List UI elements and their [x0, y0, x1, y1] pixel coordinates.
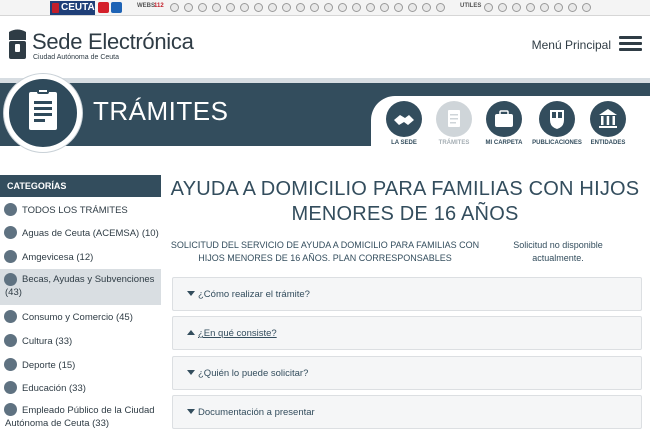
portal-icon[interactable] [408, 3, 417, 12]
portal-icon[interactable] [240, 3, 249, 12]
crest-icon [52, 3, 59, 13]
portal-icon[interactable] [324, 3, 333, 12]
portal-icon[interactable] [338, 3, 347, 12]
nav-mi-carpeta[interactable]: MI CARPETA [474, 101, 534, 146]
ceuta-portal-link[interactable]: CEUTA [50, 1, 95, 15]
accordion-quien-solicitar[interactable]: ¿Quién lo puede solicitar? [172, 356, 642, 390]
chevron-up-icon [187, 330, 195, 335]
site-subtitle: Ciudad Autónoma de Ceuta [33, 54, 120, 61]
sidebar-item-todos[interactable]: TODOS LOS TRÁMITES [0, 201, 161, 219]
sidebar-item-amgevicesa[interactable]: Amgevicesa (12) [0, 248, 161, 266]
tv-icon[interactable] [98, 2, 109, 13]
handshake-icon [386, 101, 422, 137]
s-icon[interactable] [111, 2, 122, 13]
crest-icon [539, 101, 575, 137]
portal-icon[interactable] [170, 3, 179, 12]
portal-icon[interactable] [422, 3, 431, 12]
emergency-badge[interactable]: 112 [154, 3, 164, 9]
sport-icon [4, 358, 17, 371]
section-title: TRÁMITES [93, 96, 229, 126]
portal-icon[interactable] [484, 3, 493, 12]
portal-icon[interactable] [212, 3, 221, 12]
portal-icon[interactable] [554, 3, 563, 12]
hamburger-menu-icon[interactable] [619, 36, 642, 52]
webs-label: WEBS [137, 3, 155, 9]
main-menu-label[interactable]: Menú Principal [532, 38, 611, 52]
portal-icon[interactable] [254, 3, 263, 12]
portal-icon[interactable] [526, 3, 535, 12]
procedure-description: SOLICITUD DEL SERVICIO DE AYUDA A DOMICI… [170, 240, 480, 263]
availability-status: Solicitud no disponible actualmente. [513, 240, 603, 263]
tramites-section-icon [4, 74, 82, 152]
education-icon [4, 381, 17, 394]
nav-entidades[interactable]: ENTIDADES [578, 101, 638, 146]
water-icon [4, 226, 17, 239]
portal-toolbar: CEUTA WEBS 112 UTILES [0, 0, 650, 16]
categories-sidebar: CATEGORÍAS TODOS LOS TRÁMITES Aguas de C… [0, 175, 161, 433]
portal-icon[interactable] [296, 3, 305, 12]
house-icon [4, 250, 17, 263]
sidebar-item-educacion[interactable]: Educación (33) [0, 379, 161, 397]
portal-icon[interactable] [540, 3, 549, 12]
chevron-down-icon [187, 291, 195, 296]
list-icon [4, 203, 17, 216]
accordion-en-que-consiste[interactable]: ¿En qué consiste? [172, 316, 642, 350]
sede-logo-icon[interactable] [7, 28, 28, 62]
sidebar-item-cultura[interactable]: Cultura (33) [0, 332, 161, 350]
accordion-documentacion[interactable]: Documentación a presentar [172, 395, 642, 429]
portal-icon[interactable] [352, 3, 361, 12]
document-icon [436, 101, 472, 137]
sidebar-item-becas[interactable]: Becas, Ayudas y Subvenciones (43) [0, 269, 161, 305]
utiles-label: UTILES [460, 3, 482, 9]
portal-icon[interactable] [282, 3, 291, 12]
briefcase-icon [486, 101, 522, 137]
sidebar-item-consumo[interactable]: Consumo y Comercio (45) [0, 308, 161, 326]
procedure-title: AYUDA A DOMICILIO PARA FAMILIAS CON HIJO… [170, 178, 640, 225]
chevron-down-icon [187, 370, 195, 375]
portal-icon[interactable] [226, 3, 235, 12]
categories-heading: CATEGORÍAS [0, 175, 161, 197]
euro-icon [4, 310, 17, 323]
portal-icon[interactable] [380, 3, 389, 12]
portal-icon[interactable] [268, 3, 277, 12]
accordion-como-realizar[interactable]: ¿Cómo realizar el trámite? [172, 277, 642, 311]
portal-icon[interactable] [582, 3, 591, 12]
chevron-down-icon [187, 409, 195, 414]
site-title[interactable]: Sede Electrónica [32, 29, 194, 55]
portal-icon[interactable] [512, 3, 521, 12]
sidebar-item-aguas[interactable]: Aguas de Ceuta (ACEMSA) (10) [0, 224, 161, 242]
portal-icon[interactable] [568, 3, 577, 12]
portal-icon[interactable] [498, 3, 507, 12]
building-icon [590, 101, 626, 137]
portal-icon[interactable] [184, 3, 193, 12]
portal-icon[interactable] [366, 3, 375, 12]
portal-icon[interactable] [310, 3, 319, 12]
sidebar-item-deporte[interactable]: Deporte (15) [0, 356, 161, 374]
portal-icon[interactable] [436, 3, 445, 12]
sidebar-item-empleado[interactable]: Empleado Público de la Ciudad Autónoma d… [0, 402, 161, 432]
portal-icon[interactable] [394, 3, 403, 12]
portal-icon[interactable] [198, 3, 207, 12]
culture-icon [4, 334, 17, 347]
